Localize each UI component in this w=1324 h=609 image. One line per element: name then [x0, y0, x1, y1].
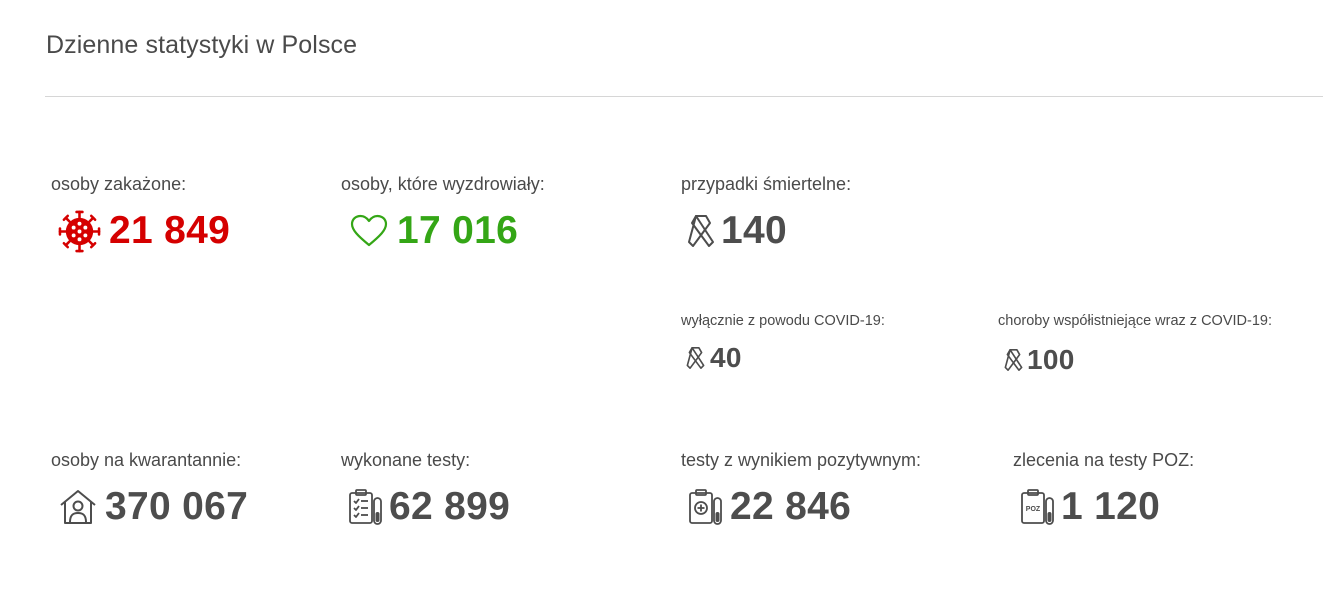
stat-deaths: przypadki śmiertelne: 140 [681, 174, 851, 253]
stat-recovered: osoby, które wyzdrowiały: 17 016 [341, 174, 545, 253]
stat-label: testy z wynikiem pozytywnym: [681, 450, 922, 470]
ribbon-icon [686, 346, 705, 370]
stat-value: 62 899 [389, 485, 511, 528]
stat-deaths-covid-only: wyłącznie z powodu COVID-19: 40 [681, 313, 885, 374]
page-title: Dzienne statystyki w Polsce [46, 31, 358, 59]
house-person-icon [59, 489, 97, 525]
stat-label: choroby współistniejące wraz z COVID-19: [998, 313, 1272, 329]
stat-tests-done: wykonane testy: 62 899 [341, 450, 510, 529]
clipboard-test-tube-icon [348, 488, 384, 526]
stat-value: 140 [721, 209, 787, 252]
stat-value: 370 067 [105, 485, 249, 528]
stat-value: 1 120 [1061, 485, 1161, 528]
stat-positive-tests: testy z wynikiem pozytywnym: 22 846 [681, 450, 921, 529]
stat-infected: osoby zakażone: 21 849 [51, 174, 230, 253]
stat-poz-orders: zlecenia na testy POZ: POZ 1 120 [1013, 450, 1194, 529]
stat-quarantine: osoby na kwarantannie: 370 067 [51, 450, 248, 529]
divider [45, 96, 1323, 97]
stat-label: zlecenia na testy POZ: [1013, 450, 1195, 470]
stat-label: osoby na kwarantannie: [51, 450, 242, 470]
ribbon-icon [687, 214, 715, 248]
stat-label: wykonane testy: [341, 450, 471, 470]
stat-value: 100 [1027, 344, 1075, 375]
stat-value: 22 846 [730, 485, 852, 528]
stat-value: 21 849 [109, 209, 231, 252]
poz-icon-text: POZ [1026, 506, 1041, 513]
ribbon-icon [1004, 348, 1023, 372]
clipboard-plus-icon [688, 488, 724, 526]
stat-label: osoby, które wyzdrowiały: [341, 174, 545, 194]
stat-value: 40 [710, 342, 742, 373]
stat-value: 17 016 [397, 209, 519, 252]
stat-label: osoby zakażone: [51, 174, 187, 194]
virus-icon [58, 210, 101, 253]
stat-deaths-comorbid: choroby współistniejące wraz z COVID-19:… [998, 313, 1272, 376]
stat-label: przypadki śmiertelne: [681, 174, 852, 194]
clipboard-poz-icon: POZ [1020, 488, 1056, 526]
stat-label: wyłącznie z powodu COVID-19: [681, 313, 885, 329]
heart-icon [350, 214, 388, 248]
